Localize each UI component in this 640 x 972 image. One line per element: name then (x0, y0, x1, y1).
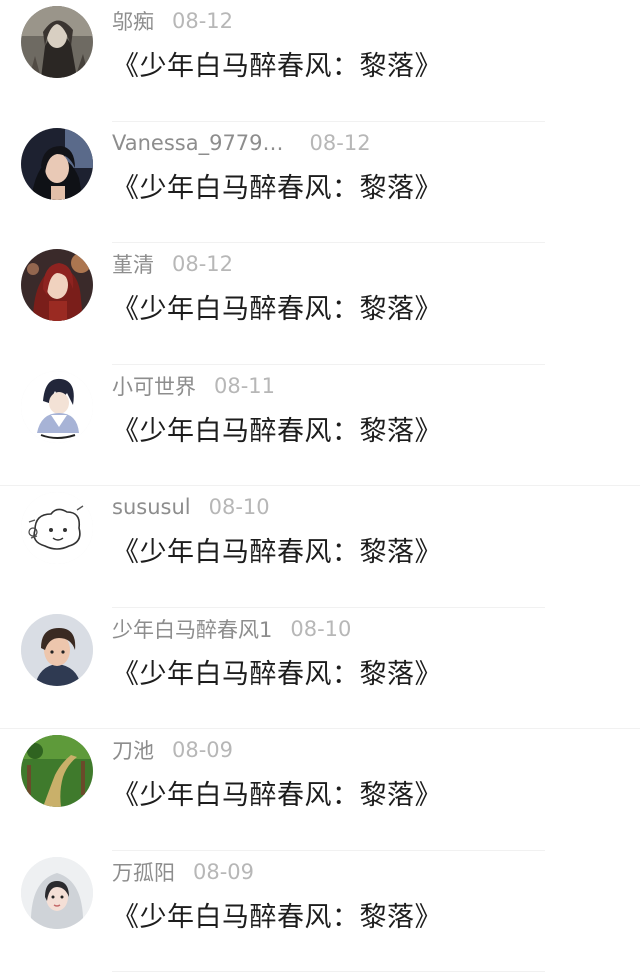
comment-content[interactable]: 《少年白马醉春风：黎落》 (112, 166, 442, 205)
comment-content[interactable]: 《少年白马醉春风：黎落》 (112, 44, 442, 83)
comment-content[interactable]: 《少年白马醉春风：黎落》 (112, 652, 442, 691)
avatar-dark-fantasy-character-icon[interactable] (21, 6, 93, 78)
comment-row[interactable]: 万孤阳 08-09 《少年白马醉春风：黎落》 (0, 851, 640, 972)
comment-date: 08-12 (310, 131, 371, 155)
comment-date: 08-10 (290, 617, 351, 641)
comment-date: 08-10 (209, 495, 270, 519)
username[interactable]: 堇清 (112, 249, 154, 279)
comment-row[interactable]: Vanessa_9779… 08-12 《少年白马醉春风：黎落》 (0, 122, 640, 244)
avatar-young-man-icon[interactable] (21, 614, 93, 686)
username[interactable]: 小可世界 (112, 371, 196, 401)
comment-content[interactable]: 《少年白马醉春风：黎落》 (112, 530, 442, 569)
avatar-hooded-girl-icon[interactable] (21, 857, 93, 929)
username[interactable]: 刀池 (112, 735, 154, 765)
username[interactable]: 万孤阳 (112, 857, 175, 887)
username[interactable]: Vanessa_9779… (112, 131, 284, 155)
comment-row[interactable]: 邬痴 08-12 《少年白马醉春风：黎落》 (0, 0, 640, 122)
avatar-garden-path-icon[interactable] (21, 735, 93, 807)
username[interactable]: 邬痴 (112, 6, 154, 36)
comment-date: 08-12 (172, 252, 233, 276)
comment-date: 08-11 (214, 374, 275, 398)
comment-date: 08-09 (193, 860, 254, 884)
avatar-doodle-icon[interactable] (21, 492, 93, 564)
comment-row[interactable]: 少年白马醉春风1 08-10 《少年白马醉春风：黎落》 (0, 608, 640, 730)
username[interactable]: sususul (112, 495, 191, 519)
comment-date: 08-09 (172, 738, 233, 762)
avatar-woman-portrait-icon[interactable] (21, 128, 93, 200)
comment-row[interactable]: 堇清 08-12 《少年白马醉春风：黎落》 (0, 243, 640, 365)
comment-content[interactable]: 《少年白马醉春风：黎落》 (112, 409, 442, 448)
comment-content[interactable]: 《少年白马醉春风：黎落》 (112, 895, 442, 934)
avatar-anime-boy-icon[interactable] (21, 371, 93, 443)
username[interactable]: 少年白马醉春风1 (112, 614, 272, 644)
comment-content[interactable]: 《少年白马醉春风：黎落》 (112, 773, 442, 812)
comment-row[interactable]: 刀池 08-09 《少年白马醉春风：黎落》 (0, 729, 640, 851)
comment-row[interactable]: sususul 08-10 《少年白马醉春风：黎落》 (0, 486, 640, 608)
comment-date: 08-12 (172, 9, 233, 33)
comment-content[interactable]: 《少年白马醉春风：黎落》 (112, 287, 442, 326)
avatar-red-haired-heroine-icon[interactable] (21, 249, 93, 321)
comment-row[interactable]: 小可世界 08-11 《少年白马醉春风：黎落》 (0, 365, 640, 487)
comment-list: 邬痴 08-12 《少年白马醉春风：黎落》 Vanessa_9779… 08-1… (0, 0, 640, 972)
